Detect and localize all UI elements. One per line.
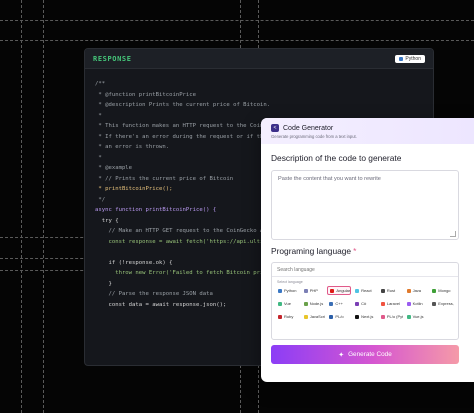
required-mark: * <box>353 246 357 256</box>
code-line: /** <box>95 81 106 87</box>
code-line: * @function printBitcoinPrice <box>95 91 197 98</box>
sparkle-icon: ✦ <box>338 351 345 359</box>
language-icon <box>329 314 334 319</box>
language-chip-c-[interactable]: C# <box>353 299 377 308</box>
language-chip-java[interactable]: Java <box>405 286 429 295</box>
language-chip-label: Laravel <box>386 301 400 306</box>
language-chip-rust[interactable]: Rust <box>379 286 403 295</box>
language-chip-label: Angular.js <box>336 288 350 293</box>
code-line: * @description Prints the current price … <box>95 102 271 108</box>
language-chip-react[interactable]: React <box>353 286 377 295</box>
generator-header: < Code Generator Generate programming co… <box>261 118 474 144</box>
language-chip-label: C++ <box>335 301 343 306</box>
language-icon <box>329 301 334 306</box>
language-chip-label: PL/o <box>335 314 344 319</box>
language-icon <box>406 301 411 306</box>
python-icon <box>399 56 404 61</box>
generator-subtitle: Generate programming code from a text in… <box>271 134 357 139</box>
language-icon <box>330 288 335 293</box>
language-chip-kotlin[interactable]: Kotlin <box>405 299 429 308</box>
language-chip-python[interactable]: Python <box>276 286 300 295</box>
language-icon <box>303 314 308 319</box>
language-chip-label: PL/o (Python) <box>386 314 403 319</box>
language-icon <box>278 314 282 319</box>
grid-line <box>43 0 44 413</box>
language-icon <box>303 301 308 306</box>
select-language-label: Select language <box>277 280 303 284</box>
generate-code-label: Generate Code <box>348 351 392 358</box>
generate-code-button[interactable]: ✦ Generate Code <box>271 345 459 364</box>
language-icon <box>406 288 411 293</box>
grid-line <box>0 40 474 41</box>
code-panel-title: RESPONSE <box>93 54 132 63</box>
language-chip-label: Node.js <box>309 301 324 306</box>
language-chip-label: Mongo <box>438 288 451 293</box>
language-chip-label: Next.js <box>361 314 374 319</box>
language-badge[interactable]: Python <box>395 54 425 63</box>
description-placeholder: Paste the content that you want to rewri… <box>278 176 381 182</box>
language-chip-c-[interactable]: C++ <box>327 299 351 308</box>
language-icon <box>355 301 360 306</box>
language-chip-label: Java <box>412 288 422 293</box>
language-chip-php[interactable]: PHP <box>302 286 326 295</box>
language-chip-laravel[interactable]: Laravel <box>379 299 403 308</box>
language-icon <box>355 288 360 293</box>
language-chip-label: React <box>361 288 372 293</box>
language-chip-pl-o[interactable]: PL/o <box>327 312 351 321</box>
language-selector: Select language Python PHP Angular.js React… <box>271 262 459 340</box>
language-search-input[interactable] <box>277 266 453 273</box>
language-chip-grid: Python PHP Angular.js React Rust Java Mongo Vue… <box>272 286 458 321</box>
language-icon <box>380 301 385 306</box>
language-chip-node-js[interactable]: Node.js <box>302 299 326 308</box>
language-chip-label: Rust <box>386 288 396 293</box>
code-generator-icon: < <box>271 124 279 132</box>
code-panel-header: RESPONSE Python <box>85 49 433 69</box>
language-chip-label: C# <box>361 301 367 306</box>
language-chip-ruby[interactable]: Ruby <box>276 312 300 321</box>
language-icon <box>406 314 411 319</box>
description-label: Description of the code to generate <box>271 153 402 163</box>
language-badge-label: Python <box>405 55 421 62</box>
grid-line <box>0 20 474 21</box>
grid-line <box>21 0 22 413</box>
language-icon <box>432 288 437 293</box>
language-label: Programing language * <box>271 246 357 256</box>
language-chip-label: Vue.js <box>412 314 424 319</box>
language-chip-mongo[interactable]: Mongo <box>430 286 454 295</box>
language-chip-label: Python <box>284 288 297 293</box>
language-chip-next-js[interactable]: Next.js <box>353 312 377 321</box>
language-chip-angular-js[interactable]: Angular.js <box>327 286 352 295</box>
language-chip-javascript[interactable]: JavaScript <box>302 312 326 321</box>
generator-title: Code Generator <box>283 124 334 132</box>
language-chip-label: Ruby <box>284 314 294 319</box>
language-chip-express-js[interactable]: Express.js <box>430 299 454 308</box>
language-icon <box>303 288 308 293</box>
language-icon <box>355 314 360 319</box>
language-icon <box>278 301 282 306</box>
language-icon <box>278 288 282 293</box>
description-textarea[interactable]: Paste the content that you want to rewri… <box>271 170 459 240</box>
language-icon <box>380 314 385 319</box>
language-chip-label: Vue <box>284 301 291 306</box>
language-chip-vue[interactable]: Vue <box>276 299 300 308</box>
language-chip-label: Express.js <box>438 301 454 306</box>
language-icon <box>432 301 437 306</box>
language-chip-vue-js[interactable]: Vue.js <box>405 312 429 321</box>
language-chip-label: Kotlin <box>412 301 423 306</box>
code-generator-card: < Code Generator Generate programming co… <box>261 118 474 382</box>
language-chip-label: PHP <box>309 288 318 293</box>
language-search-row <box>272 263 458 277</box>
language-icon <box>380 288 385 293</box>
language-chip-label: JavaScript <box>309 314 326 319</box>
language-chip-pl-o-python-[interactable]: PL/o (Python) <box>379 312 403 321</box>
